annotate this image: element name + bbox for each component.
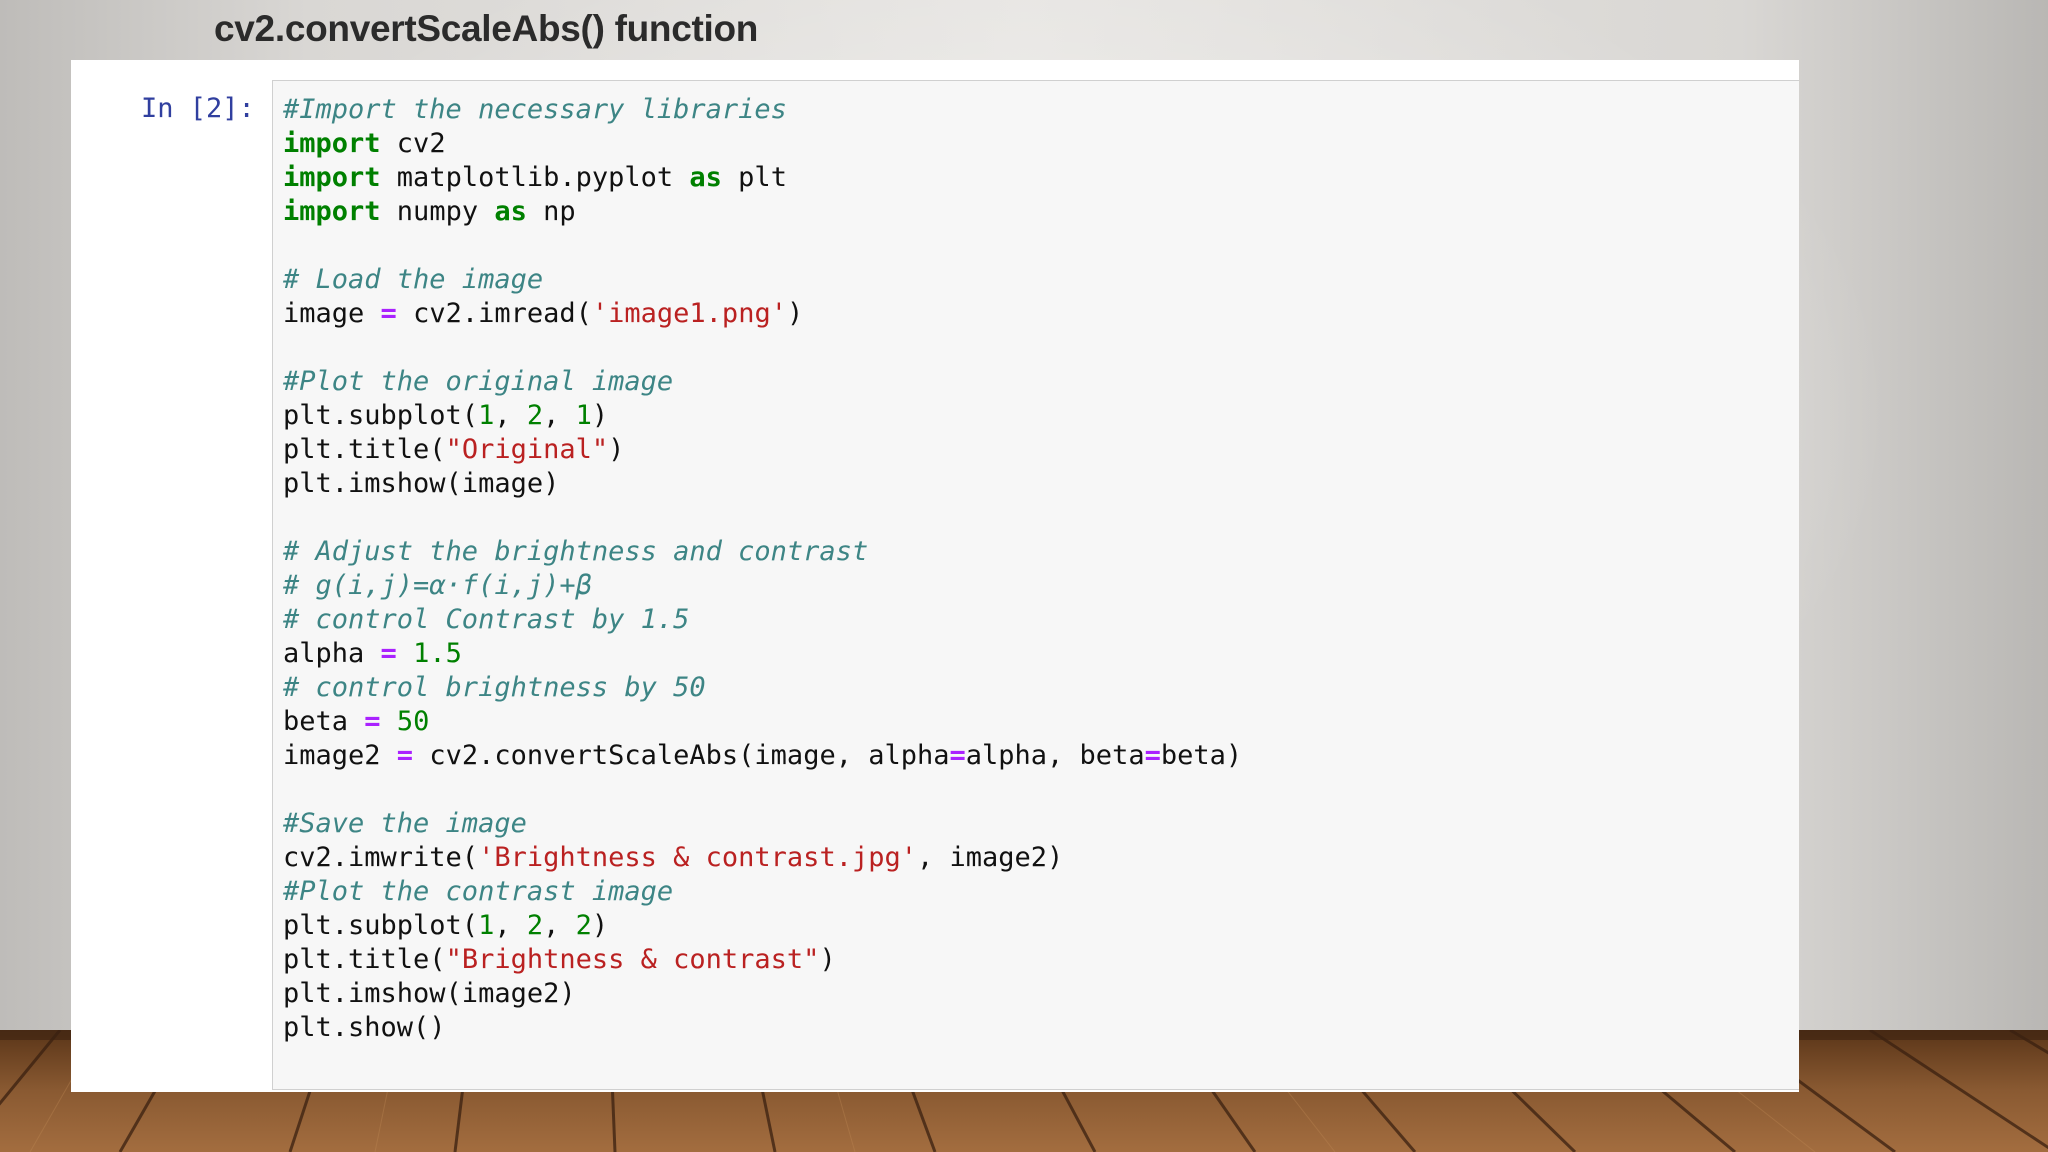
code-line: plt.subplot(1, 2, 1) [283,399,1242,433]
code-token-text: alpha, beta [965,740,1145,771]
code-token-text: beta [283,706,365,737]
code-token-text: plt.imshow(image2) [283,978,576,1009]
code-token-comment: #Import the necessary libraries [283,94,787,125]
code-token-number: 1.5 [413,638,462,669]
code-token-operator: = [396,740,414,771]
code-line: plt.imshow(image) [283,467,1242,501]
code-line: alpha = 1.5 [283,637,1242,671]
code-token-text: cv2.imwrite( [283,842,479,873]
code-token-text: plt.imshow(image) [283,468,560,499]
code-line: plt.title("Brightness & contrast") [283,943,1242,977]
code-token-keyword: import [283,196,381,227]
code-cell-editor[interactable]: #Import the necessary libraries import cv… [272,80,1799,1090]
code-token-number: 2 [526,910,544,941]
code-token-text: beta) [1160,740,1243,771]
code-token-number: 1 [478,910,495,941]
code-line: # Load the image [283,263,1242,297]
code-token-text: plt [721,162,787,193]
code-token-text: cv2.imread( [396,298,592,329]
code-token-text: cv2.convertScaleAbs(image, alpha [413,740,950,771]
code-token-number: 2 [575,910,592,941]
slide-title: cv2.convertScaleAbs() function [214,8,759,49]
code-token-string: "Brightness & contrast" [445,944,820,975]
code-token-keyword: import [283,162,381,193]
code-token-comment: # control Contrast by 1.5 [283,604,690,635]
code-token-number: 2 [526,400,544,431]
code-token-keyword: as [689,162,722,193]
code-token-text: plt.show() [283,1012,446,1043]
code-line: #Save the image [283,807,1242,841]
notebook-screenshot-panel: In [2]: #Import the necessary libraries i… [71,60,1799,1092]
code-token-number: 1 [478,400,495,431]
code-token-text: cv2 [380,128,446,159]
code-token-text: , image2) [916,842,1064,873]
code-token-comment: # g(i,j)=α·f(i,j)+β [283,570,592,601]
code-token-operator: = [380,638,397,669]
code-line: plt.subplot(1, 2, 2) [283,909,1242,943]
code-token-operator: = [949,740,966,771]
code-token-text: plt.subplot( [283,400,479,431]
code-line: image2 = cv2.convertScaleAbs(image, alph… [283,739,1242,773]
code-line: import numpy as np [283,195,1242,229]
code-token-text: image2 [283,740,397,771]
code-token-string: 'image1.png' [591,298,787,329]
code-token-text: plt.title( [283,944,446,975]
code-token-text: ) [591,910,609,941]
code-token-text: image [283,298,381,329]
code-line: import cv2 [283,127,1242,161]
code-token-operator: = [1144,740,1161,771]
code-line: # Adjust the brightness and contrast [283,535,1242,569]
code-token-text: , [543,400,576,431]
code-token-string: 'Brightness & contrast.jpg' [478,842,917,873]
code-line: plt.show() [283,1011,1242,1045]
code-token-number: 1 [575,400,592,431]
code-line: #Plot the original image [283,365,1242,399]
code-token-comment: #Plot the original image [283,366,674,397]
code-token-text: ) [786,298,804,329]
code-token-text: ) [608,434,625,465]
code-line: beta = 50 [283,705,1242,739]
code-line: # g(i,j)=α·f(i,j)+β [283,569,1242,603]
code-token-keyword: as [494,196,527,227]
code-token-text: , [494,910,527,941]
code-token-text: alpha [283,638,381,669]
code-token-operator: = [364,706,381,737]
code-token-comment: # Load the image [283,264,544,295]
code-token-text: numpy [380,196,495,227]
code-token-number: 50 [396,706,430,737]
code-token-comment: #Plot the contrast image [283,876,674,907]
code-line: # control brightness by 50 [283,671,1242,705]
code-line: plt.imshow(image2) [283,977,1242,1011]
code-line: image = cv2.imread('image1.png') [283,297,1242,331]
code-token-comment: # control brightness by 50 [283,672,706,703]
code-line: cv2.imwrite('Brightness & contrast.jpg',… [283,841,1242,875]
code-line: #Plot the contrast image [283,875,1242,909]
code-token-comment: # Adjust the brightness and contrast [283,536,869,567]
code-line: #Import the necessary libraries [283,93,1242,127]
code-token-text: matplotlib.pyplot [380,162,690,193]
code-token-text: plt.title( [283,434,446,465]
code-token-comment: #Save the image [283,808,527,839]
code-token-text: ) [819,944,836,975]
code-token-text: , [543,910,576,941]
code-token-text: np [526,196,576,227]
code-line: # control Contrast by 1.5 [283,603,1242,637]
code-token-string: "Original" [445,434,609,465]
code-token-text: ) [591,400,609,431]
code-line: import matplotlib.pyplot as plt [283,161,1242,195]
code-token-text: , [494,400,527,431]
code-block: #Import the necessary libraries import cv… [283,93,1242,1045]
code-token-text: plt.subplot( [283,910,479,941]
code-token-keyword: import [283,128,381,159]
code-line: plt.title("Original") [283,433,1242,467]
code-token-operator: = [380,298,397,329]
